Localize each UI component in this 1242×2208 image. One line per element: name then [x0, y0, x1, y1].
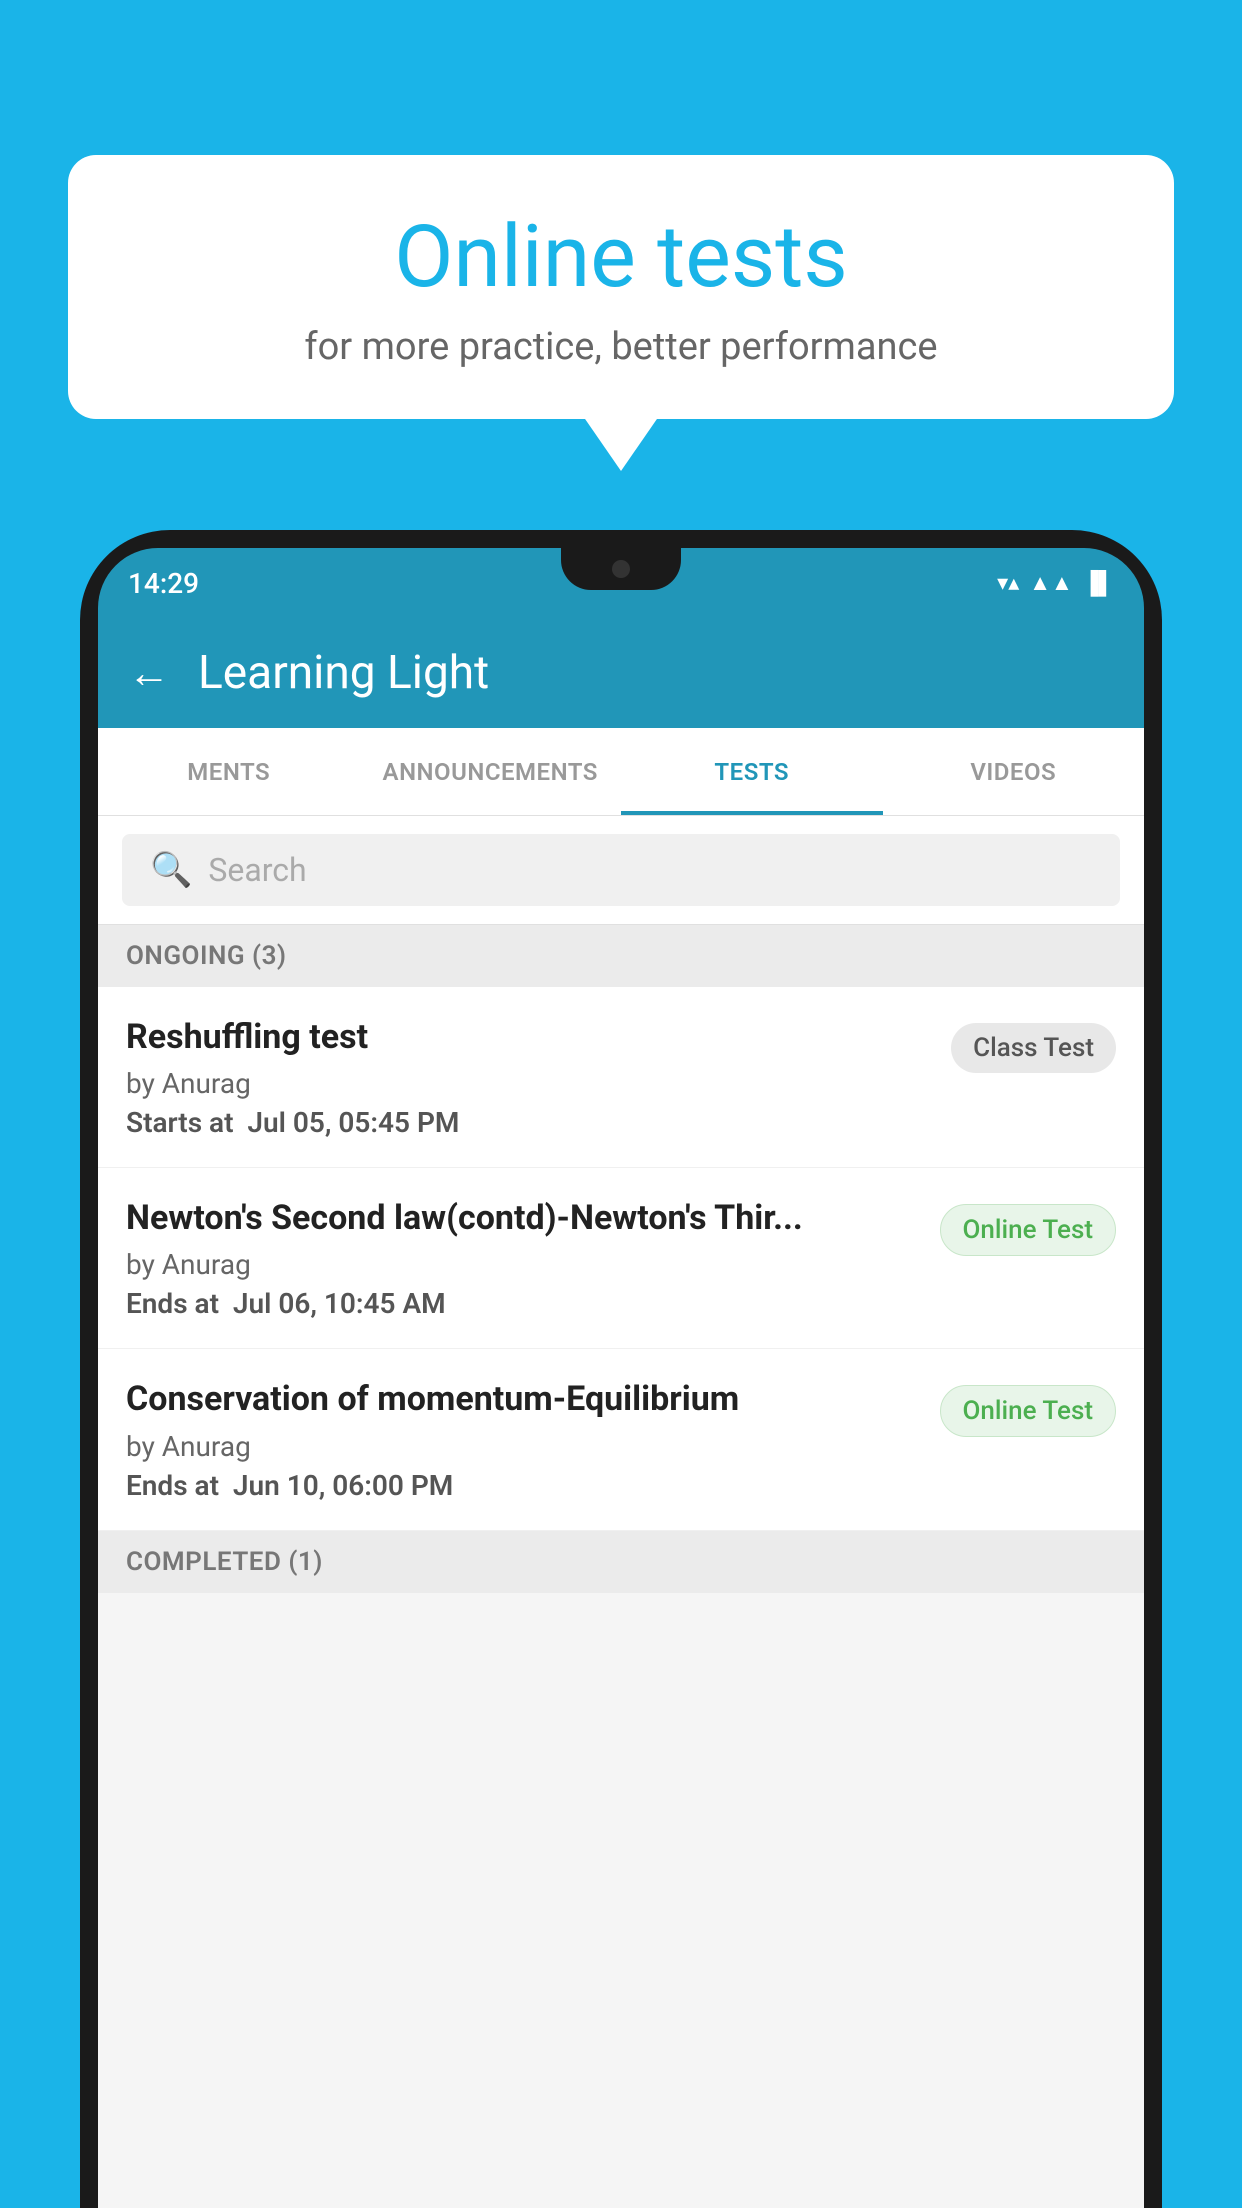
- wifi-icon: ▾▴: [997, 571, 1019, 596]
- app-bar: ← Learning Light: [98, 618, 1144, 728]
- ongoing-header: ONGOING (3): [98, 925, 1144, 987]
- test-info: Reshuffling test by Anurag Starts at Jul…: [126, 1015, 931, 1139]
- test-name: Conservation of momentum-Equilibrium: [126, 1377, 920, 1421]
- phone-screen: ← Learning Light MENTS ANNOUNCEMENTS TES…: [98, 618, 1144, 2208]
- test-badge-online: Online Test: [940, 1204, 1117, 1256]
- test-item[interactable]: Reshuffling test by Anurag Starts at Jul…: [98, 987, 1144, 1168]
- camera: [612, 560, 630, 578]
- bubble-subtitle: for more practice, better performance: [108, 325, 1134, 369]
- date-label: Ends at: [126, 1469, 219, 1502]
- speech-bubble: Online tests for more practice, better p…: [68, 155, 1174, 419]
- test-date: Ends at Jul 06, 10:45 AM: [126, 1287, 920, 1320]
- completed-header: COMPLETED (1): [98, 1531, 1144, 1593]
- search-icon: 🔍: [150, 850, 192, 890]
- test-info: Newton's Second law(contd)-Newton's Thir…: [126, 1196, 920, 1320]
- status-bar: 14:29 ▾▴ ▲▲ ▐▌: [98, 548, 1144, 618]
- bubble-title: Online tests: [108, 210, 1134, 305]
- test-badge-online-2: Online Test: [940, 1385, 1117, 1437]
- date-label: Ends at: [126, 1287, 219, 1320]
- test-name: Newton's Second law(contd)-Newton's Thir…: [126, 1196, 920, 1240]
- test-item[interactable]: Conservation of momentum-Equilibrium by …: [98, 1349, 1144, 1530]
- search-placeholder: Search: [208, 851, 306, 889]
- date-value: Jun 10, 06:00 PM: [233, 1469, 453, 1502]
- app-title: Learning Light: [198, 646, 489, 700]
- test-info: Conservation of momentum-Equilibrium by …: [126, 1377, 920, 1501]
- test-by: by Anurag: [126, 1248, 920, 1281]
- date-value: Jul 05, 05:45 PM: [247, 1106, 459, 1139]
- tab-tests[interactable]: TESTS: [621, 728, 883, 815]
- back-button[interactable]: ←: [128, 649, 170, 698]
- tab-announcements[interactable]: ANNOUNCEMENTS: [360, 728, 622, 815]
- test-list: Reshuffling test by Anurag Starts at Jul…: [98, 987, 1144, 1531]
- phone-notch: [561, 548, 681, 590]
- search-container: 🔍 Search: [98, 816, 1144, 925]
- test-date: Ends at Jun 10, 06:00 PM: [126, 1469, 920, 1502]
- test-by: by Anurag: [126, 1067, 931, 1100]
- test-by: by Anurag: [126, 1430, 920, 1463]
- test-name: Reshuffling test: [126, 1015, 931, 1059]
- status-icons: ▾▴ ▲▲ ▐▌: [997, 570, 1114, 596]
- phone-device: 14:29 ▾▴ ▲▲ ▐▌ ← Learning Light MENTS AN…: [80, 530, 1162, 2208]
- date-label: Starts at: [126, 1106, 234, 1139]
- tabs-bar: MENTS ANNOUNCEMENTS TESTS VIDEOS: [98, 728, 1144, 816]
- signal-icon: ▲▲: [1029, 570, 1073, 596]
- search-bar[interactable]: 🔍 Search: [122, 834, 1120, 906]
- battery-icon: ▐▌: [1083, 570, 1114, 596]
- tab-ments[interactable]: MENTS: [98, 728, 360, 815]
- date-value: Jul 06, 10:45 AM: [233, 1287, 446, 1320]
- test-badge-class: Class Test: [951, 1023, 1116, 1073]
- test-item[interactable]: Newton's Second law(contd)-Newton's Thir…: [98, 1168, 1144, 1349]
- status-time: 14:29: [128, 567, 199, 600]
- tab-videos[interactable]: VIDEOS: [883, 728, 1145, 815]
- test-date: Starts at Jul 05, 05:45 PM: [126, 1106, 931, 1139]
